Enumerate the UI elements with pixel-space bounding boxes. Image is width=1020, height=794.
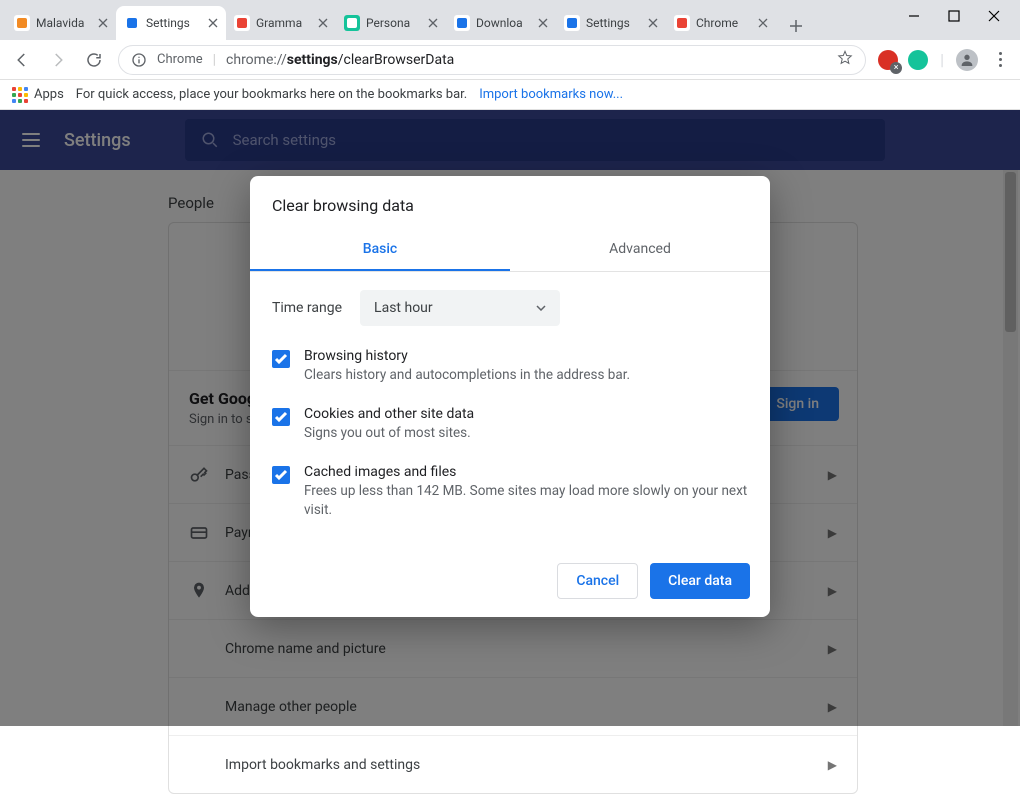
- window-controls: [888, 0, 1020, 32]
- close-tab-icon[interactable]: [758, 18, 768, 28]
- checkbox[interactable]: [272, 466, 290, 484]
- back-button[interactable]: [10, 48, 34, 72]
- site-info-icon: [131, 52, 147, 68]
- profile-avatar[interactable]: [956, 49, 978, 71]
- tab-basic[interactable]: Basic: [250, 229, 510, 271]
- close-tab-icon[interactable]: [208, 18, 218, 28]
- browser-toolbar: Chrome | chrome://settings/clearBrowserD…: [0, 40, 1020, 80]
- tab-title: Gramma: [256, 16, 312, 30]
- chrome-menu-button[interactable]: [990, 52, 1010, 67]
- extensions: ×: [878, 50, 928, 70]
- browser-tab[interactable]: Downloa: [446, 6, 556, 40]
- tab-favicon: [564, 15, 580, 31]
- browser-tab[interactable]: Gramma: [226, 6, 336, 40]
- option-title: Cookies and other site data: [304, 406, 474, 422]
- tab-strip: Malavida Settings Gramma Persona Downloa: [0, 0, 1020, 40]
- settings-row[interactable]: Import bookmarks and settings ▶: [169, 735, 857, 793]
- reload-button[interactable]: [82, 48, 106, 72]
- extension-grammarly[interactable]: [908, 50, 928, 70]
- apps-shortcut[interactable]: Apps: [12, 87, 64, 103]
- time-range-select[interactable]: Last hour: [360, 290, 560, 326]
- row-label: Import bookmarks and settings: [225, 757, 420, 773]
- close-tab-icon[interactable]: [648, 18, 658, 28]
- clear-browsing-data-dialog: Clear browsing data Basic Advanced Time …: [250, 176, 770, 617]
- tab-title: Downloa: [476, 16, 532, 30]
- close-tab-icon[interactable]: [98, 18, 108, 28]
- dialog-title: Clear browsing data: [250, 176, 770, 229]
- close-tab-icon[interactable]: [538, 18, 548, 28]
- tab-favicon: [454, 15, 470, 31]
- tab-favicon: [124, 15, 140, 31]
- minimize-icon[interactable]: [908, 7, 920, 26]
- clear-option: Browsing history Clears history and auto…: [272, 348, 748, 384]
- tab-title: Chrome: [696, 16, 752, 30]
- cancel-button[interactable]: Cancel: [557, 563, 638, 599]
- tab-favicon: [674, 15, 690, 31]
- close-tab-icon[interactable]: [318, 18, 328, 28]
- secure-label: Chrome: [157, 52, 203, 67]
- option-title: Browsing history: [304, 348, 630, 364]
- checkbox[interactable]: [272, 408, 290, 426]
- browser-tab[interactable]: Malavida: [6, 6, 116, 40]
- bookmark-bar: Apps For quick access, place your bookma…: [0, 80, 1020, 110]
- tab-favicon: [234, 15, 250, 31]
- browser-tab[interactable]: Settings: [116, 6, 226, 40]
- chevron-right-icon: ▶: [828, 758, 837, 772]
- extension-extension-1[interactable]: ×: [878, 50, 898, 70]
- forward-button[interactable]: [46, 48, 70, 72]
- tab-favicon: [14, 15, 30, 31]
- option-sub: Clears history and autocompletions in th…: [304, 366, 630, 384]
- bookmark-star-icon[interactable]: [837, 50, 853, 70]
- tab-favicon: [344, 15, 360, 31]
- tab-title: Malavida: [36, 16, 92, 30]
- dialog-tabs: Basic Advanced: [250, 229, 770, 272]
- browser-tab[interactable]: Settings: [556, 6, 666, 40]
- tab-title: Settings: [586, 16, 642, 30]
- clear-option: Cookies and other site data Signs you ou…: [272, 406, 748, 442]
- tab-title: Settings: [146, 16, 202, 30]
- clear-data-button[interactable]: Clear data: [650, 563, 750, 599]
- time-range-label: Time range: [272, 300, 342, 316]
- browser-tab[interactable]: Persona: [336, 6, 446, 40]
- maximize-icon[interactable]: [948, 7, 960, 26]
- tab-advanced[interactable]: Advanced: [510, 229, 770, 271]
- clear-option: Cached images and files Frees up less th…: [272, 464, 748, 518]
- address-bar[interactable]: Chrome | chrome://settings/clearBrowserD…: [118, 45, 866, 75]
- browser-tab[interactable]: Chrome: [666, 6, 776, 40]
- option-title: Cached images and files: [304, 464, 748, 480]
- bookmark-hint: For quick access, place your bookmarks h…: [76, 87, 467, 102]
- apps-icon: [12, 87, 28, 103]
- checkbox[interactable]: [272, 350, 290, 368]
- close-tab-icon[interactable]: [428, 18, 438, 28]
- time-range-value: Last hour: [374, 300, 433, 316]
- tab-title: Persona: [366, 16, 422, 30]
- chevron-down-icon: [536, 305, 546, 311]
- option-sub: Frees up less than 142 MB. Some sites ma…: [304, 482, 748, 518]
- option-sub: Signs you out of most sites.: [304, 424, 474, 442]
- close-window-icon[interactable]: [988, 7, 1000, 26]
- url-text: chrome://settings/clearBrowserData: [226, 52, 454, 68]
- new-tab-button[interactable]: [782, 12, 810, 40]
- import-bookmarks-link[interactable]: Import bookmarks now...: [479, 87, 623, 102]
